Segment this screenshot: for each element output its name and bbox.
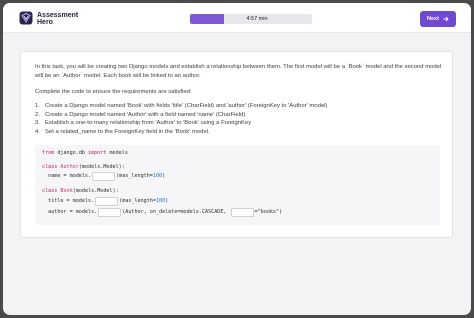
brand-line-2: Hero <box>37 19 53 26</box>
next-button-label: Next <box>427 16 439 22</box>
timer-text: 4:57 min <box>246 16 268 22</box>
code-line: title = models. (max_length= 100) <box>42 196 169 206</box>
list-item: 4. Set a related_name to the ForeignKey f… <box>35 129 210 136</box>
requirements-list: 1. Create a Django model named 'Book' wit… <box>35 102 445 137</box>
related-name-input[interactable] <box>230 207 254 217</box>
progress-bar: 4:57 min <box>190 14 312 24</box>
list-item: 2. Create a Django model named 'Author' w… <box>35 111 246 118</box>
code-line: from django.db import models <box>42 150 128 156</box>
code-editor: from django.db import models class Autho… <box>35 145 440 225</box>
author-field-type-input[interactable] <box>98 207 122 217</box>
code-line: class Author (models.Model): <box>42 164 125 170</box>
next-button[interactable]: Next <box>420 11 456 27</box>
code-line: class Book (models.Model): <box>42 188 119 194</box>
task-intro: In this task, you will be creating two D… <box>35 64 442 79</box>
code-line: author = models. (Author, on_delete=model… <box>42 207 283 217</box>
brand-line-1: Assessment <box>37 12 79 19</box>
task-lead: Complete the code to ensure the requirem… <box>35 89 192 95</box>
list-item: 1. Create a Django model named 'Book' wit… <box>35 103 328 109</box>
name-field-type-input[interactable] <box>92 171 116 181</box>
list-item: 3. Establish a one-to-many relationship f… <box>35 120 252 127</box>
assessment-hero-logo-icon <box>19 11 33 25</box>
title-field-type-input[interactable] <box>95 196 119 206</box>
brand-name: Assessment Hero <box>37 12 78 26</box>
app-window: Assessment Hero 4:57 min Next In this ta… <box>3 3 471 315</box>
top-bar: Assessment Hero 4:57 min Next <box>3 3 471 33</box>
code-line: name = models. (max_length= 100) <box>42 171 166 181</box>
arrow-right-icon <box>443 16 449 22</box>
task-card: In this task, you will be creating two D… <box>20 51 453 238</box>
